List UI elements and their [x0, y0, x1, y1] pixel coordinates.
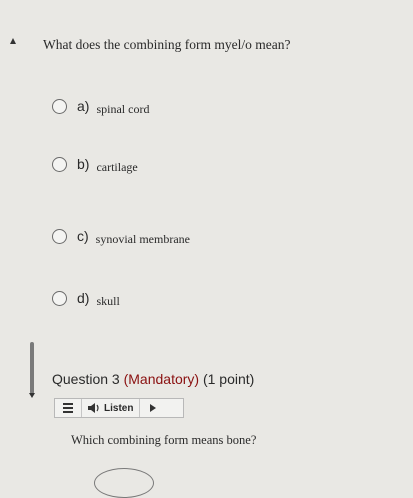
menu-icon[interactable]: [55, 399, 81, 417]
question-text: What does the combining form myel/o mean…: [43, 37, 291, 52]
scroll-up-icon[interactable]: [10, 38, 16, 44]
option-text: spinal cord: [96, 101, 150, 116]
option-text: cartilage: [96, 159, 138, 174]
radio-button[interactable]: [52, 156, 67, 172]
option-c[interactable]: c) synovial membrane: [52, 224, 190, 248]
option-letter: d): [77, 290, 90, 306]
mandatory-label: (Mandatory): [123, 371, 200, 387]
option-b[interactable]: b) cartilage: [52, 152, 138, 176]
option-a[interactable]: a) spinal cord: [52, 94, 149, 118]
listen-label: Listen: [104, 402, 134, 414]
play-icon[interactable]: [150, 404, 157, 412]
speaker-icon: [88, 403, 99, 413]
listen-button[interactable]: Listen: [81, 399, 141, 417]
points-label: (1 point): [202, 371, 255, 387]
radio-button[interactable]: [52, 290, 67, 306]
option-letter: b): [77, 156, 90, 172]
question-indicator-bar: [30, 342, 34, 394]
option-letter: c): [77, 228, 89, 244]
question-3-text: Which combining form means bone?: [71, 433, 257, 447]
option-text: synovial membrane: [95, 231, 190, 246]
radio-button[interactable]: [52, 98, 67, 114]
option-text: skull: [96, 293, 120, 308]
option-letter: a): [77, 98, 90, 114]
partial-radio-button: [94, 468, 154, 498]
option-d[interactable]: d) skull: [52, 286, 120, 310]
question-number: Question 3: [52, 371, 120, 387]
question-3-heading: Question 3 (Mandatory) (1 point): [52, 371, 254, 387]
radio-button[interactable]: [52, 228, 67, 244]
scroll-down-icon[interactable]: [29, 393, 35, 398]
listen-toolbar: Listen: [54, 398, 184, 418]
